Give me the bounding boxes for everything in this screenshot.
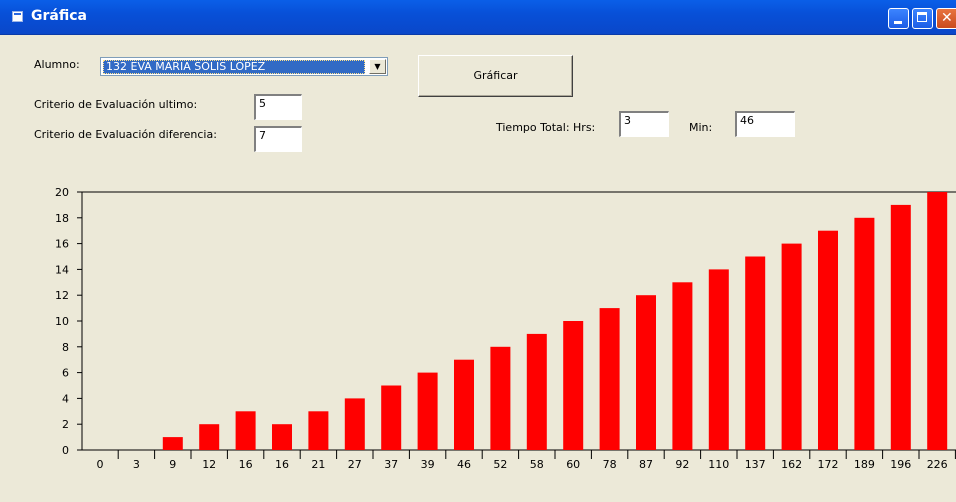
x-tick-label: 27 <box>348 458 362 471</box>
alumno-select-value: 132 EVA MARIA SOLIS LOPEZ <box>103 60 365 74</box>
x-tick-label: 39 <box>421 458 435 471</box>
x-tick-label: 3 <box>133 458 140 471</box>
chart-bar <box>563 321 584 450</box>
x-tick-label: 0 <box>97 458 104 471</box>
y-tick-label: 10 <box>55 315 69 328</box>
chart-bar <box>745 256 766 450</box>
x-tick-label: 196 <box>890 458 911 471</box>
y-tick-label: 18 <box>55 212 69 225</box>
chart-bar <box>818 230 838 450</box>
form-icon <box>12 11 23 22</box>
min-label: Min: <box>689 121 713 134</box>
graficar-button[interactable]: Gráficar <box>418 55 573 97</box>
minimize-icon[interactable] <box>888 8 909 29</box>
x-tick-label: 87 <box>639 458 653 471</box>
chart-bar <box>636 295 656 450</box>
x-tick-label: 172 <box>818 458 839 471</box>
criterio-ultimo-field[interactable]: 5 <box>254 94 302 120</box>
chart-bar <box>308 411 329 450</box>
tiempo-total-label: Tiempo Total: Hrs: <box>496 121 596 134</box>
chart-bar <box>235 411 256 450</box>
chart-bar <box>927 192 948 450</box>
window-title: Gráfica <box>31 8 87 24</box>
x-tick-label: 92 <box>675 458 689 471</box>
x-tick-label: 162 <box>781 458 802 471</box>
x-tick-label: 52 <box>493 458 507 471</box>
chart-bar <box>890 204 911 450</box>
y-tick-label: 2 <box>62 418 69 431</box>
chart-bar <box>854 217 875 450</box>
maximize-icon[interactable] <box>912 8 933 29</box>
chart-bar <box>672 282 693 450</box>
x-tick-label: 37 <box>384 458 398 471</box>
chart-bar <box>708 269 729 450</box>
y-tick-label: 14 <box>55 263 69 276</box>
hrs-field[interactable]: 3 <box>619 111 669 137</box>
close-icon[interactable] <box>936 8 956 29</box>
chart-bar <box>781 243 802 450</box>
y-tick-label: 6 <box>62 367 69 380</box>
alumno-label: Alumno: <box>34 58 80 71</box>
chart-bar <box>344 398 365 450</box>
y-tick-label: 0 <box>62 444 69 457</box>
x-tick-label: 60 <box>566 458 580 471</box>
criterio-diferencia-field[interactable]: 7 <box>254 126 302 152</box>
chart-bar <box>162 437 183 450</box>
x-tick-label: 58 <box>530 458 544 471</box>
x-tick-label: 137 <box>745 458 766 471</box>
y-tick-label: 12 <box>55 289 69 302</box>
criterio-ultimo-label: Criterio de Evaluación ultimo: <box>34 98 198 111</box>
x-tick-label: 12 <box>202 458 216 471</box>
alumno-select[interactable]: 132 EVA MARIA SOLIS LOPEZ ▼ <box>100 57 388 76</box>
y-tick-label: 4 <box>62 392 69 405</box>
x-tick-label: 9 <box>169 458 176 471</box>
chart-bar <box>454 359 474 450</box>
chart-bar <box>490 346 511 450</box>
x-tick-label: 226 <box>927 458 948 471</box>
x-tick-label: 16 <box>275 458 289 471</box>
x-tick-label: 16 <box>239 458 253 471</box>
x-tick-label: 21 <box>311 458 325 471</box>
chart-bar <box>526 333 547 450</box>
x-tick-label: 78 <box>603 458 617 471</box>
y-tick-label: 16 <box>55 238 69 251</box>
min-field[interactable]: 46 <box>735 111 795 137</box>
chart-bar <box>199 424 220 450</box>
x-tick-label: 110 <box>708 458 729 471</box>
x-tick-label: 46 <box>457 458 471 471</box>
criterio-diferencia-label: Criterio de Evaluación diferencia: <box>34 128 217 141</box>
chart-bar <box>599 308 620 450</box>
chart-bar <box>381 385 402 450</box>
title-bar[interactable]: Gráfica <box>0 0 956 35</box>
y-tick-label: 8 <box>62 341 69 354</box>
chevron-down-icon[interactable]: ▼ <box>369 59 386 74</box>
bar-chart: 024681012141618200 3 9 12 16 16 21 27 37 39 46 52 58… <box>55 186 956 471</box>
x-tick-label: 189 <box>854 458 875 471</box>
chart-bar <box>417 372 438 450</box>
chart-bar <box>272 424 292 450</box>
y-tick-label: 20 <box>55 186 69 199</box>
